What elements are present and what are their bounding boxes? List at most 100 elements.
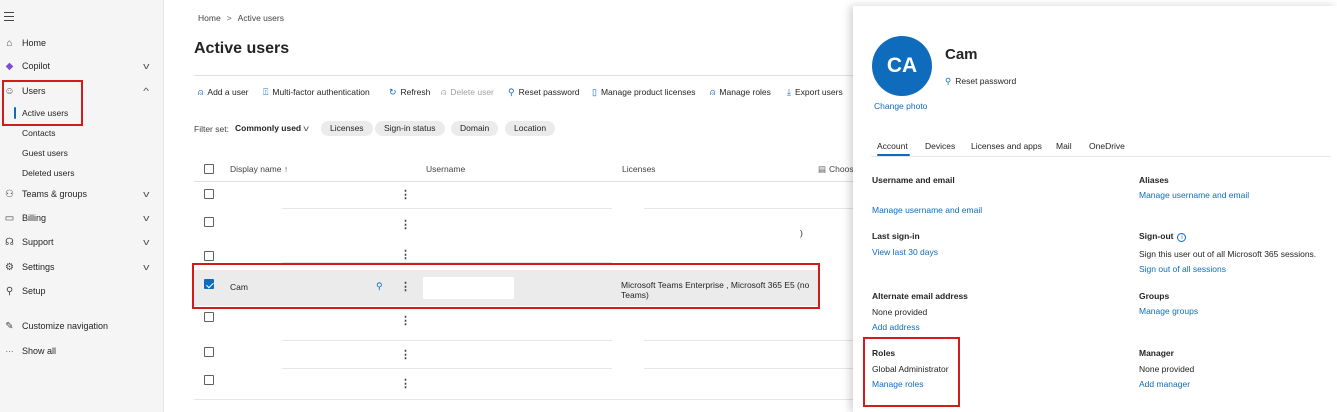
highlight-box-roles: [863, 337, 960, 407]
table-row[interactable]: ⋮: [194, 372, 854, 402]
nav-item-settings[interactable]: ⚙ Settings v: [0, 257, 164, 277]
table-row[interactable]: ⋮: [194, 214, 854, 244]
filter-pill-location[interactable]: Location: [505, 121, 556, 136]
more-options-icon[interactable]: ⋮: [400, 314, 411, 327]
table-row[interactable]: ⋮: [194, 344, 854, 374]
download-icon: ⤓: [787, 87, 791, 97]
section-title-last-signin: Last sign-in: [872, 231, 920, 241]
chevron-down-icon: v: [143, 189, 150, 199]
more-options-icon[interactable]: ⋮: [400, 377, 411, 390]
table-row[interactable]: ⋮: [194, 310, 854, 340]
view-last-30-days-link[interactable]: View last 30 days: [872, 247, 938, 257]
key-icon: ⚲: [945, 76, 952, 86]
refresh-button[interactable]: ↻ Refresh: [389, 87, 430, 98]
button-label: Reset password: [955, 76, 1017, 86]
manage-username-email-link[interactable]: Manage username and email: [872, 205, 982, 215]
chevron-down-icon: v: [302, 123, 309, 133]
row-checkbox[interactable]: [204, 375, 214, 385]
highlight-box-row: [192, 263, 820, 309]
export-users-button[interactable]: ⤓ Export users: [787, 87, 843, 98]
table-header: Display name ↑ Username Licenses ▤ Choos: [194, 158, 854, 182]
nav-subitem-contacts[interactable]: Contacts: [22, 128, 56, 138]
button-label: Manage product licenses: [600, 87, 696, 97]
mfa-button[interactable]: ⍐ Multi-factor authentication: [263, 87, 370, 98]
nav-item-copilot[interactable]: ◆ Copilot v: [0, 56, 164, 76]
setup-icon: ⚲: [5, 285, 14, 297]
nav-subitem-guest-users[interactable]: Guest users: [22, 148, 68, 158]
tab-mail[interactable]: Mail: [1056, 141, 1072, 151]
copilot-icon: ◆: [5, 60, 14, 72]
tab-account[interactable]: Account: [877, 141, 908, 151]
filter-pill-licenses[interactable]: Licenses: [321, 121, 373, 136]
info-icon[interactable]: i: [1177, 233, 1187, 242]
nav-item-billing[interactable]: ▭ Billing v: [0, 208, 164, 228]
refresh-icon: ↻: [389, 87, 397, 97]
divider: [282, 340, 612, 341]
breadcrumb-home[interactable]: Home: [198, 13, 221, 23]
column-licenses[interactable]: Licenses: [622, 164, 656, 174]
alternate-email-value: None provided: [872, 307, 928, 317]
add-user-button[interactable]: ⍝ Add a user: [198, 87, 249, 98]
breadcrumb-separator: >: [226, 13, 232, 23]
manager-value: None provided: [1139, 364, 1195, 374]
chevron-down-icon: v: [143, 213, 150, 223]
row-checkbox[interactable]: [204, 217, 214, 227]
more-options-icon[interactable]: ⋮: [400, 188, 411, 201]
nav-label: Teams & groups: [22, 189, 88, 199]
chevron-up-icon: ^: [143, 86, 150, 96]
chevron-down-icon: v: [143, 61, 150, 71]
chevron-down-icon: v: [143, 237, 150, 247]
filter-pill-signin-status[interactable]: Sign-in status: [375, 121, 445, 136]
button-label: Add a user: [207, 87, 249, 97]
row-checkbox[interactable]: [204, 312, 214, 322]
section-title-groups: Groups: [1139, 291, 1170, 301]
hamburger-icon[interactable]: [4, 12, 14, 21]
more-options-icon[interactable]: ⋮: [400, 348, 411, 361]
tab-licenses-and-apps[interactable]: Licenses and apps: [971, 141, 1042, 151]
select-all-checkbox[interactable]: [204, 164, 214, 174]
button-label: Reset password: [518, 87, 580, 97]
section-title-manager: Manager: [1139, 348, 1174, 358]
nav-subitem-deleted-users[interactable]: Deleted users: [22, 168, 74, 178]
column-username[interactable]: Username: [426, 164, 465, 174]
tab-devices[interactable]: Devices: [925, 141, 955, 151]
nav-item-home[interactable]: ⌂ Home: [0, 33, 164, 53]
add-address-link[interactable]: Add address: [872, 322, 920, 332]
column-display-name[interactable]: Display name ↑: [230, 164, 288, 174]
manage-groups-link[interactable]: Manage groups: [1139, 306, 1198, 316]
row-checkbox[interactable]: [204, 189, 214, 199]
roles-icon: ⍝: [710, 87, 716, 97]
admin-center-app: ⌂ Home ◆ Copilot v ☺ Users ^ Active user…: [0, 0, 1337, 412]
nav-label: Setup: [22, 286, 46, 296]
manage-aliases-link[interactable]: Manage username and email: [1139, 190, 1249, 200]
nav-item-customize-navigation[interactable]: ✎ Customize navigation: [0, 316, 164, 336]
nav-label: Support: [22, 237, 54, 247]
add-manager-link[interactable]: Add manager: [1139, 379, 1190, 389]
tab-onedrive[interactable]: OneDrive: [1089, 141, 1125, 151]
nav-label: Show all: [22, 346, 57, 356]
nav-item-teams-groups[interactable]: ⚇ Teams & groups v: [0, 184, 164, 204]
nav-item-show-all[interactable]: ··· Show all: [0, 341, 164, 361]
breadcrumb-current: Active users: [237, 13, 284, 23]
row-checkbox[interactable]: [204, 251, 214, 261]
panel-reset-password-button[interactable]: ⚲ Reset password: [945, 76, 1016, 87]
change-photo-link[interactable]: Change photo: [874, 101, 927, 111]
filter-pill-domain[interactable]: Domain: [451, 121, 499, 136]
section-title-text: Sign-out: [1139, 231, 1174, 241]
more-options-icon[interactable]: ⋮: [400, 218, 411, 231]
table-row[interactable]: ⋮: [194, 184, 854, 214]
more-options-icon[interactable]: ⋮: [400, 248, 411, 261]
delete-user-button[interactable]: ⍝ Delete user: [441, 87, 494, 98]
filter-set-dropdown[interactable]: Commonly used v: [235, 123, 308, 133]
manage-roles-button[interactable]: ⍝ Manage roles: [710, 87, 771, 98]
home-icon: ⌂: [6, 37, 13, 49]
reset-password-button[interactable]: ⚲ Reset password: [508, 87, 580, 98]
nav-item-setup[interactable]: ⚲ Setup: [0, 281, 164, 301]
manage-licenses-button[interactable]: ▯ Manage product licenses: [592, 87, 695, 98]
sign-out-all-sessions-link[interactable]: Sign out of all sessions: [1139, 264, 1226, 274]
lock-icon: ⍐: [263, 87, 269, 97]
column-choose[interactable]: ▤ Choos: [818, 164, 854, 175]
row-checkbox[interactable]: [204, 347, 214, 357]
nav-item-support[interactable]: ☊ Support v: [0, 232, 164, 252]
tab-active-indicator: [877, 154, 910, 156]
